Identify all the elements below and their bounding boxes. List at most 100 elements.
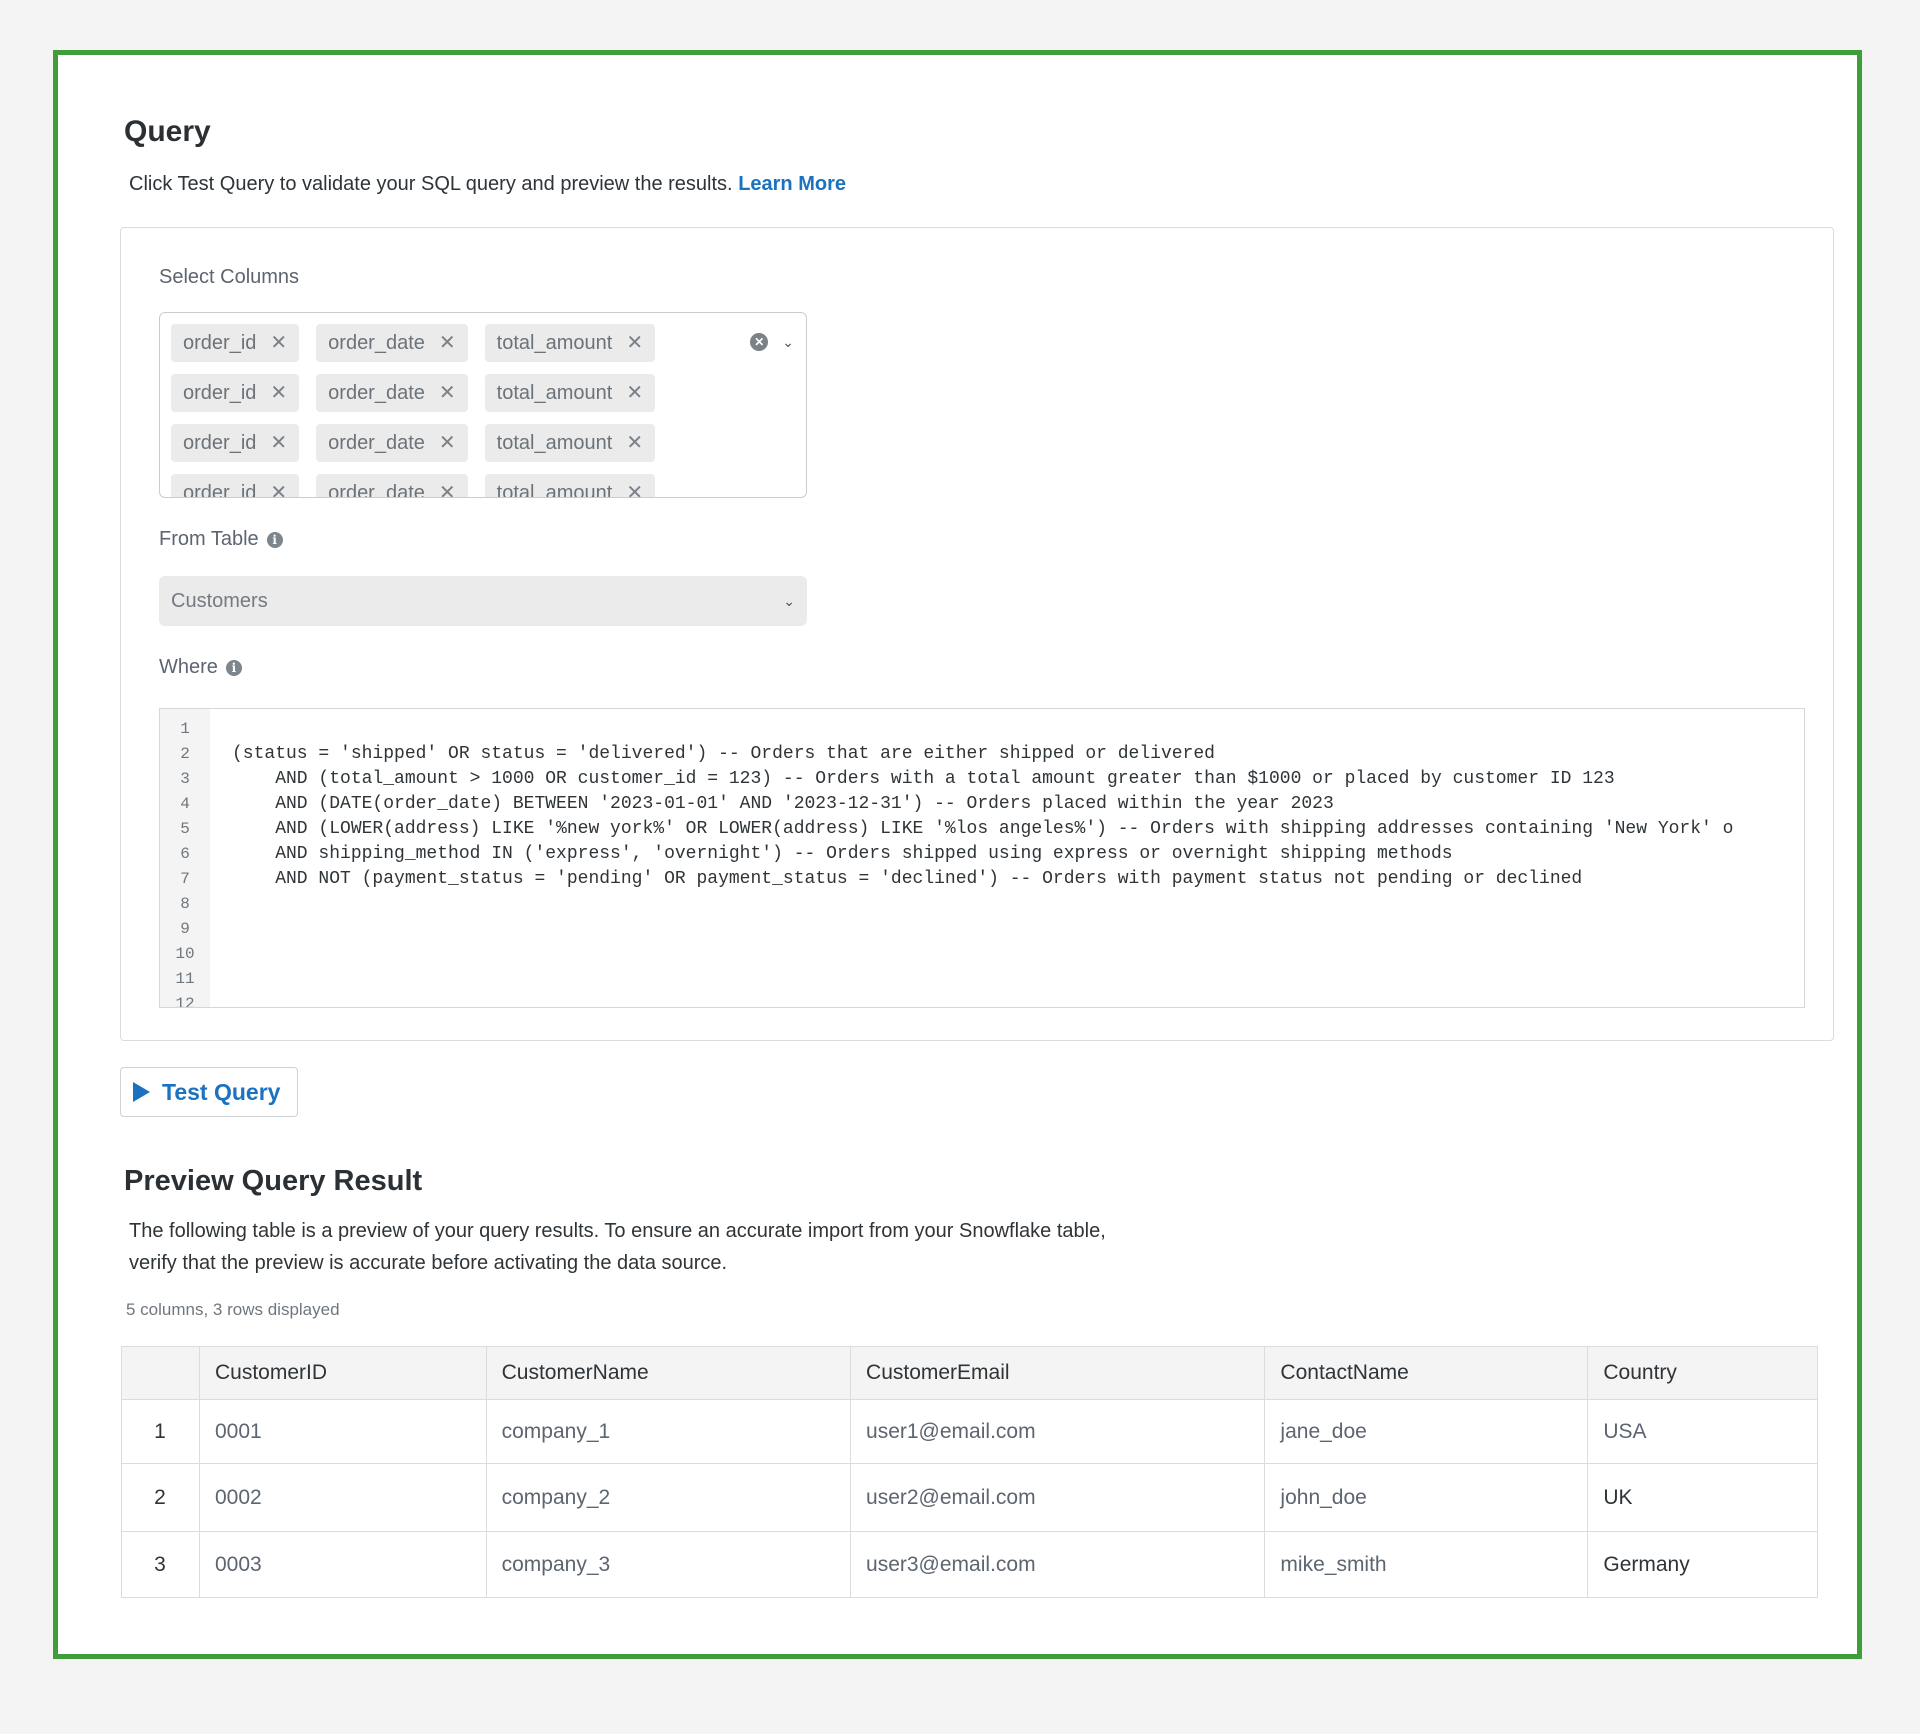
line-number: 9 — [180, 920, 190, 938]
from-table-value: Customers — [171, 589, 268, 612]
query-description: Click Test Query to validate your SQL qu… — [129, 173, 846, 196]
column-chip[interactable]: order_date ✕ — [316, 374, 468, 412]
column-chip-label: order_id — [183, 331, 257, 354]
selected-columns-list: order_id ✕ order_date ✕ total_amount ✕ order_i… — [171, 324, 691, 498]
from-table-select[interactable]: Customers ⌄ — [159, 576, 807, 626]
table-row: 2 0002 company_2 user2@email.com john_doe UK — [121, 1463, 1818, 1532]
learn-more-link[interactable]: Learn More — [738, 173, 846, 195]
column-chip[interactable]: order_date ✕ — [316, 424, 468, 462]
row-index: 2 — [121, 1463, 200, 1532]
column-chip-label: total_amount — [496, 381, 613, 404]
chevron-down-icon[interactable]: ⌄ — [782, 334, 794, 351]
remove-chip-icon[interactable]: ✕ — [626, 483, 643, 497]
row-index-header — [121, 1346, 200, 1400]
line-number: 6 — [180, 845, 190, 863]
clear-circle-icon[interactable]: ✕ — [750, 333, 769, 351]
query-panel: Query Click Test Query to validate your … — [53, 50, 1862, 1659]
play-icon — [133, 1082, 150, 1102]
remove-chip-icon[interactable]: ✕ — [270, 483, 287, 497]
chip-row: order_id ✕ order_date ✕ total_amount ✕ — [171, 374, 691, 412]
table-cell: 0003 — [199, 1531, 487, 1598]
line-number: 3 — [180, 770, 190, 788]
column-chip[interactable]: total_amount ✕ — [484, 324, 656, 362]
preview-table: CustomerID CustomerName CustomerEmail Conta… — [121, 1346, 1818, 1598]
column-chip[interactable]: order_date ✕ — [316, 474, 468, 498]
test-query-button[interactable]: Test Query — [120, 1067, 298, 1117]
multiselect-controls: ✕ ⌄ — [750, 333, 794, 351]
column-chip[interactable]: total_amount ✕ — [484, 474, 656, 498]
column-header: Country — [1587, 1346, 1818, 1400]
chip-row: order_id ✕ order_date ✕ total_amount ✕ — [171, 424, 691, 462]
line-number: 5 — [180, 820, 190, 838]
preview-title: Preview Query Result — [124, 1165, 423, 1197]
code-line: AND shipping_method IN ('express', 'over… — [232, 844, 1453, 864]
remove-chip-icon[interactable]: ✕ — [270, 333, 287, 353]
table-cell: 0001 — [199, 1399, 487, 1464]
info-icon[interactable]: i — [225, 659, 242, 676]
where-label-text: Where — [159, 656, 218, 678]
column-chip-label: total_amount — [496, 331, 613, 354]
preview-description-line1: The following table is a preview of your… — [129, 1220, 1106, 1242]
remove-chip-icon[interactable]: ✕ — [439, 483, 456, 497]
table-cell: UK — [1587, 1463, 1818, 1532]
remove-chip-icon[interactable]: ✕ — [439, 333, 456, 353]
column-chip[interactable]: order_id ✕ — [171, 374, 300, 412]
table-cell: mike_smith — [1264, 1531, 1589, 1598]
table-cell: jane_doe — [1264, 1399, 1589, 1464]
line-number: 1 — [180, 720, 190, 738]
column-chip-label: order_id — [183, 481, 257, 498]
remove-chip-icon[interactable]: ✕ — [626, 383, 643, 403]
column-chip[interactable]: total_amount ✕ — [484, 374, 656, 412]
column-header: CustomerName — [485, 1346, 852, 1400]
from-table-label: From Table i — [159, 528, 283, 551]
column-header: CustomerEmail — [850, 1346, 1266, 1400]
remove-chip-icon[interactable]: ✕ — [439, 433, 456, 453]
remove-chip-icon[interactable]: ✕ — [626, 333, 643, 353]
code-line: AND (DATE(order_date) BETWEEN '2023-01-0… — [232, 794, 1334, 814]
column-chip[interactable]: order_id ✕ — [171, 474, 300, 498]
where-code-editor[interactable]: 1 2 3 4 5 6 7 8 9 10 11 12 (status = 'shipped' OR s… — [159, 708, 1805, 1008]
table-cell: john_doe — [1264, 1463, 1589, 1532]
column-chip[interactable]: total_amount ✕ — [484, 424, 656, 462]
column-chip-label: total_amount — [496, 481, 613, 498]
table-cell: company_3 — [485, 1531, 852, 1598]
table-cell: company_2 — [485, 1463, 852, 1532]
info-icon[interactable]: i — [266, 531, 283, 548]
table-cell: Germany — [1587, 1531, 1818, 1598]
query-description-text: Click Test Query to validate your SQL qu… — [129, 173, 733, 195]
remove-chip-icon[interactable]: ✕ — [270, 433, 287, 453]
select-columns-multiselect[interactable]: order_id ✕ order_date ✕ total_amount ✕ order_i… — [159, 312, 807, 498]
column-chip[interactable]: order_id ✕ — [171, 424, 300, 462]
column-chip[interactable]: order_date ✕ — [316, 324, 468, 362]
code-content[interactable]: (status = 'shipped' OR status = 'deliver… — [232, 717, 1804, 1007]
chevron-down-icon: ⌄ — [783, 592, 795, 609]
column-chip-label: order_id — [183, 381, 257, 404]
preview-description: The following table is a preview of your… — [129, 1215, 1106, 1279]
code-line: (status = 'shipped' OR status = 'deliver… — [232, 744, 1215, 764]
test-query-label: Test Query — [162, 1078, 281, 1105]
line-number: 11 — [175, 970, 195, 988]
column-chip-label: order_date — [328, 481, 425, 498]
remove-chip-icon[interactable]: ✕ — [270, 383, 287, 403]
query-builder-card: Select Columns order_id ✕ order_date ✕ total… — [120, 227, 1834, 1041]
column-chip[interactable]: order_id ✕ — [171, 324, 300, 362]
table-cell: company_1 — [485, 1399, 852, 1464]
column-chip-label: order_date — [328, 431, 425, 454]
column-chip-label: order_date — [328, 331, 425, 354]
remove-chip-icon[interactable]: ✕ — [439, 383, 456, 403]
table-row: 3 0003 company_3 user3@email.com mike_smith G… — [121, 1531, 1818, 1598]
chip-row: order_id ✕ order_date ✕ total_amount ✕ — [171, 324, 691, 362]
line-number: 2 — [180, 745, 190, 763]
table-row: 1 0001 company_1 user1@email.com jane_doe USA — [121, 1399, 1818, 1464]
line-number: 10 — [175, 945, 195, 963]
remove-chip-icon[interactable]: ✕ — [626, 433, 643, 453]
line-number-gutter: 1 2 3 4 5 6 7 8 9 10 11 12 — [160, 709, 210, 1007]
table-cell: user3@email.com — [850, 1531, 1266, 1598]
preview-meta: 5 columns, 3 rows displayed — [126, 1300, 340, 1319]
chip-row: order_id ✕ order_date ✕ total_amount ✕ — [171, 474, 691, 498]
column-chip-label: order_date — [328, 381, 425, 404]
